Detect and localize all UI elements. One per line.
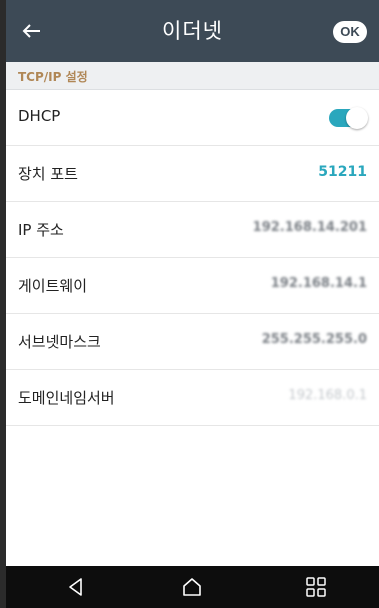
toggle-knob [346, 107, 368, 129]
gateway-value: 192.168.14.1 [270, 276, 367, 291]
app-header: 이더넷 OK [6, 0, 379, 62]
ok-button[interactable]: OK [333, 21, 367, 43]
ip-address-label: IP 주소 [18, 221, 64, 239]
triangle-back-icon [69, 578, 82, 596]
dhcp-toggle[interactable] [329, 107, 368, 129]
home-icon [183, 578, 201, 596]
row-dhcp: DHCP [6, 90, 379, 146]
dns-server-label: 도메인네임서버 [18, 389, 115, 407]
ethernet-settings-screen: 이더넷 OK TCP/IP 설정 DHCP 장치 포트 51211 IP 주소 … [6, 0, 379, 608]
page-title: 이더넷 [162, 19, 223, 43]
section-title: TCP/IP 설정 [18, 70, 88, 84]
nav-home-button[interactable] [180, 575, 204, 599]
ip-address-value: 192.168.14.201 [252, 220, 367, 235]
row-subnet-mask[interactable]: 서브넷마스크 255.255.255.0 [6, 314, 379, 370]
subnet-mask-label: 서브넷마스크 [18, 333, 101, 351]
dns-server-value: 192.168.0.1 [288, 388, 367, 403]
row-ip-address[interactable]: IP 주소 192.168.14.201 [6, 202, 379, 258]
nav-recents-button[interactable] [304, 575, 328, 599]
gateway-label: 게이트웨이 [18, 277, 88, 295]
dhcp-label: DHCP [18, 107, 61, 125]
row-dns-server[interactable]: 도메인네임서버 192.168.0.1 [6, 370, 379, 426]
section-header-tcpip: TCP/IP 설정 [6, 62, 379, 90]
row-gateway[interactable]: 게이트웨이 192.168.14.1 [6, 258, 379, 314]
recents-grid-icon [306, 577, 326, 597]
row-device-port[interactable]: 장치 포트 51211 [6, 146, 379, 202]
nav-back-button[interactable] [64, 575, 88, 599]
device-port-value: 51211 [318, 164, 367, 180]
device-port-label: 장치 포트 [18, 165, 78, 183]
system-nav-bar [6, 566, 379, 608]
subnet-mask-value: 255.255.255.0 [261, 332, 367, 347]
